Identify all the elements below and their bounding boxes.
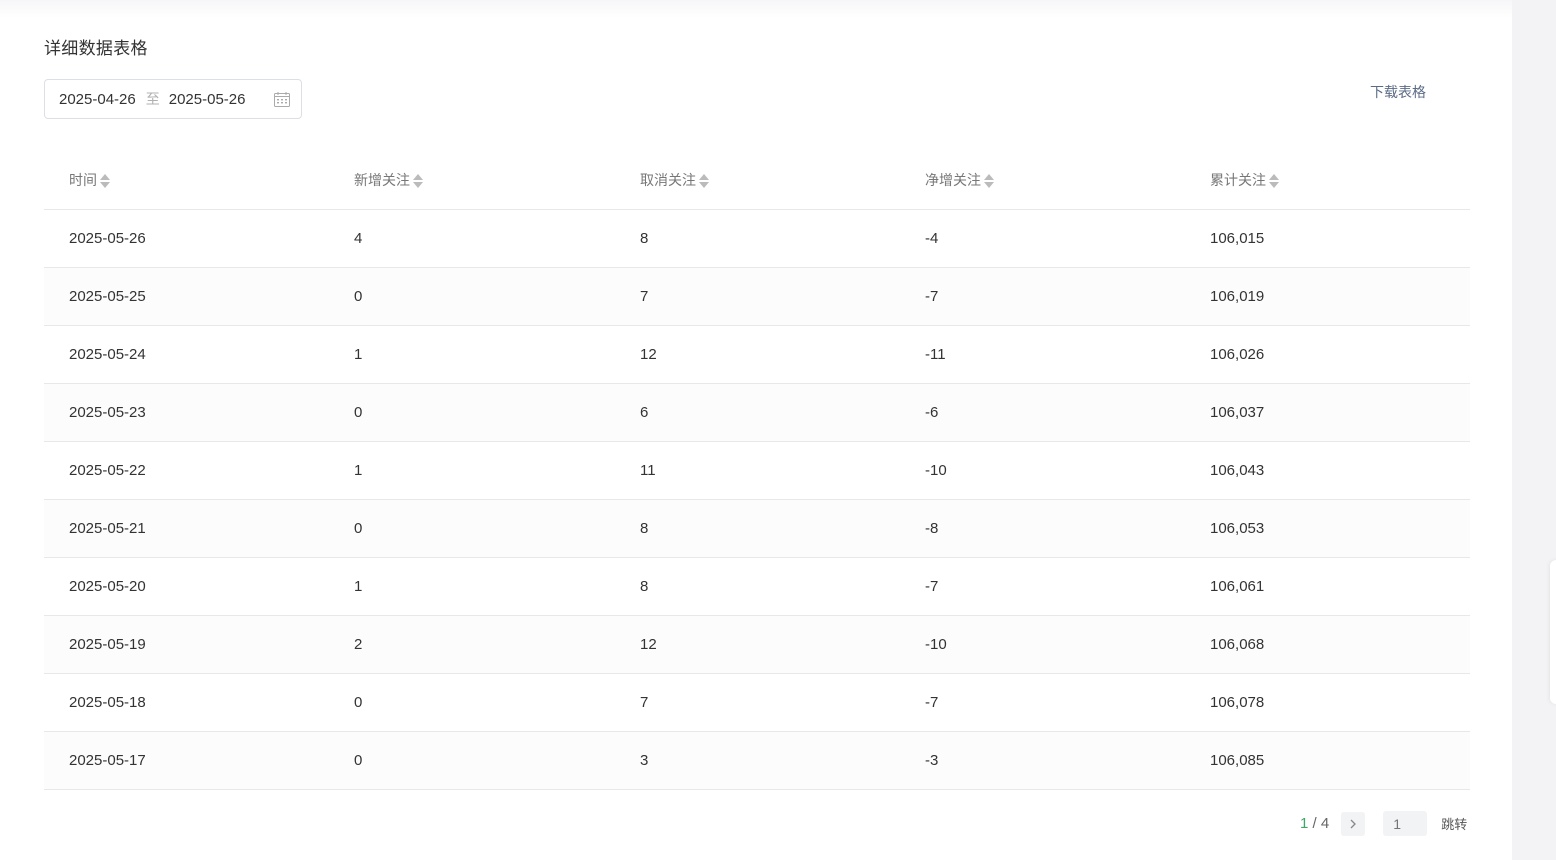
table-cell: 106,053 — [1185, 499, 1470, 558]
right-gutter — [1512, 0, 1556, 860]
table-cell: 1 — [329, 441, 615, 500]
table-header-row: 时间 新增关注 取消关注 净增关注 累计关注 — [44, 152, 1470, 210]
table-cell: 0 — [329, 673, 615, 732]
sort-icon[interactable] — [699, 173, 709, 189]
table-cell: 2025-05-20 — [44, 557, 329, 616]
jump-button[interactable]: 跳转 — [1441, 814, 1467, 833]
column-header-label: 累计关注 — [1210, 172, 1266, 189]
table-cell: -7 — [900, 267, 1185, 326]
table-cell: 0 — [329, 383, 615, 442]
table-cell: -4 — [900, 209, 1185, 268]
sort-icon[interactable] — [413, 173, 423, 189]
table-row: 2025-05-26 4 8 -4 106,015 — [44, 209, 1470, 268]
column-header[interactable]: 累计关注 — [1185, 152, 1470, 210]
table-cell: 1 — [329, 325, 615, 384]
chevron-right-icon — [1350, 819, 1357, 828]
date-range-start[interactable]: 2025-04-26 — [59, 91, 136, 108]
table-cell: -3 — [900, 731, 1185, 790]
table-cell: -11 — [900, 325, 1185, 384]
table-cell: 106,068 — [1185, 615, 1470, 674]
table-cell: -8 — [900, 499, 1185, 558]
table-cell: 8 — [615, 557, 900, 616]
table-cell: 106,078 — [1185, 673, 1470, 732]
pagination-total: 4 — [1320, 815, 1330, 832]
section-title: 详细数据表格 — [44, 39, 148, 58]
pagination-divider: / — [1308, 815, 1321, 832]
table-cell: -7 — [900, 557, 1185, 616]
column-header-label: 新增关注 — [354, 172, 410, 189]
table-cell: 1 — [329, 557, 615, 616]
table-cell: 2 — [329, 615, 615, 674]
date-range-end[interactable]: 2025-05-26 — [169, 91, 246, 108]
table-cell: 7 — [615, 267, 900, 326]
table-cell: 2025-05-26 — [44, 209, 329, 268]
table-cell: 106,085 — [1185, 731, 1470, 790]
table-cell: 0 — [329, 499, 615, 558]
table-row: 2025-05-19 2 12 -10 106,068 — [44, 615, 1470, 674]
table-cell: 2025-05-24 — [44, 325, 329, 384]
table-cell: -7 — [900, 673, 1185, 732]
floating-side-tab[interactable] — [1550, 560, 1556, 704]
table-row: 2025-05-23 0 6 -6 106,037 — [44, 383, 1470, 442]
table-cell: 6 — [615, 383, 900, 442]
sort-icon[interactable] — [984, 173, 994, 189]
pagination-current: 1 — [1300, 815, 1309, 832]
table-row: 2025-05-20 1 8 -7 106,061 — [44, 557, 1470, 616]
column-header-label: 取消关注 — [640, 172, 696, 189]
table-cell: 2025-05-25 — [44, 267, 329, 326]
table-cell: 8 — [615, 499, 900, 558]
table-cell: 0 — [329, 267, 615, 326]
table-cell: 106,037 — [1185, 383, 1470, 442]
table-cell: 106,061 — [1185, 557, 1470, 616]
table-cell: 2025-05-18 — [44, 673, 329, 732]
calendar-icon[interactable] — [274, 92, 290, 107]
table-row: 2025-05-21 0 8 -8 106,053 — [44, 499, 1470, 558]
table-cell: -10 — [900, 615, 1185, 674]
table-cell: 12 — [615, 615, 900, 674]
sort-icon[interactable] — [1269, 173, 1279, 189]
table-cell: 2025-05-23 — [44, 383, 329, 442]
download-table-link[interactable]: 下载表格 — [1370, 82, 1426, 102]
jump-page-input[interactable] — [1383, 811, 1428, 836]
top-shadow — [0, 0, 1512, 18]
table-cell: 12 — [615, 325, 900, 384]
table-row: 2025-05-22 1 11 -10 106,043 — [44, 441, 1470, 500]
date-range-separator: 至 — [145, 91, 160, 107]
table-cell: 8 — [615, 209, 900, 268]
table-cell: -10 — [900, 441, 1185, 500]
table-cell: -6 — [900, 383, 1185, 442]
table-cell: 2025-05-21 — [44, 499, 329, 558]
data-table: 时间 新增关注 取消关注 净增关注 累计关注 2025-05-26 4 8 -4 106,015… — [44, 152, 1470, 790]
column-header[interactable]: 新增关注 — [329, 152, 615, 210]
pagination: 1 / 4 跳转 — [1300, 811, 1467, 836]
table-cell: 106,026 — [1185, 325, 1470, 384]
table-cell: 106,019 — [1185, 267, 1470, 326]
table-cell: 2025-05-22 — [44, 441, 329, 500]
table-row: 2025-05-24 1 12 -11 106,026 — [44, 325, 1470, 384]
column-header[interactable]: 取消关注 — [615, 152, 900, 210]
table-row: 2025-05-25 0 7 -7 106,019 — [44, 267, 1470, 326]
table-cell: 0 — [329, 731, 615, 790]
table-cell: 2025-05-17 — [44, 731, 329, 790]
next-page-button[interactable] — [1341, 811, 1366, 836]
table-cell: 106,015 — [1185, 209, 1470, 268]
table-row: 2025-05-18 0 7 -7 106,078 — [44, 673, 1470, 732]
column-header[interactable]: 时间 — [44, 152, 329, 210]
date-range-picker[interactable]: 2025-04-26 至 2025-05-26 — [44, 79, 302, 119]
table-cell: 11 — [615, 441, 900, 500]
data-card: 详细数据表格 2025-04-26 至 2025-05-26 下载表格 时间 新增… — [0, 0, 1512, 860]
table-cell: 106,043 — [1185, 441, 1470, 500]
table-cell: 4 — [329, 209, 615, 268]
table-cell: 3 — [615, 731, 900, 790]
column-header-label: 时间 — [69, 172, 97, 189]
sort-icon[interactable] — [100, 173, 110, 189]
column-header-label: 净增关注 — [925, 172, 981, 189]
table-row: 2025-05-17 0 3 -3 106,085 — [44, 731, 1470, 790]
table-cell: 2025-05-19 — [44, 615, 329, 674]
column-header[interactable]: 净增关注 — [900, 152, 1185, 210]
table-cell: 7 — [615, 673, 900, 732]
